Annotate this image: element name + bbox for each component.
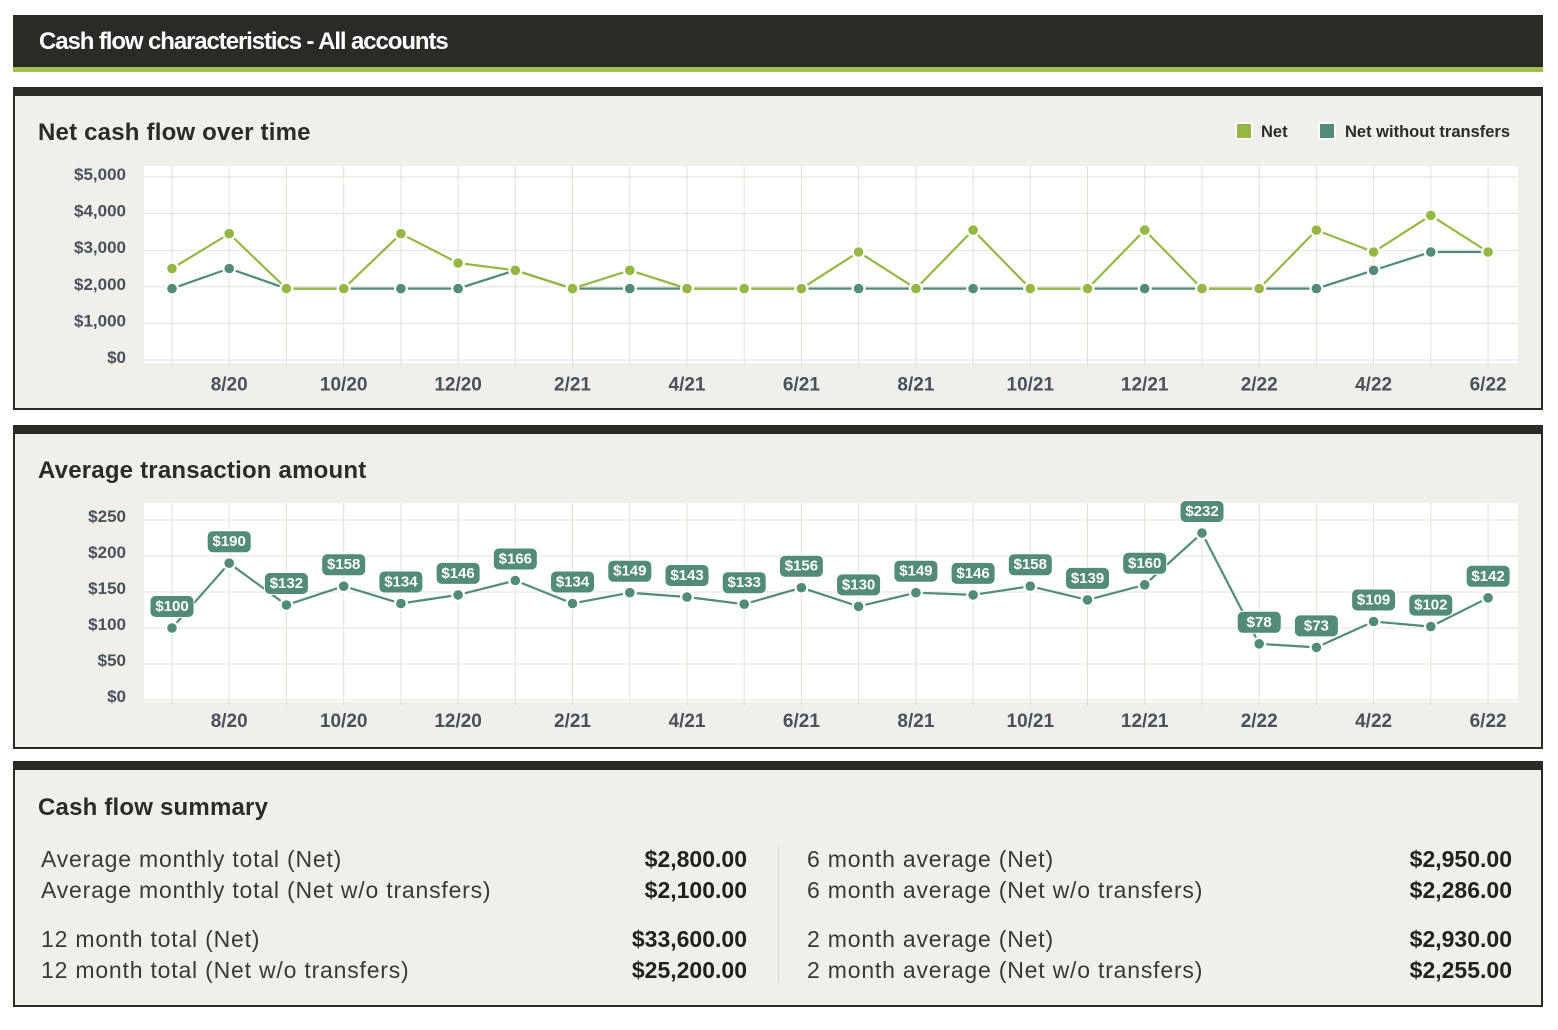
svg-text:2/21: 2/21: [554, 375, 591, 396]
svg-text:2/21: 2/21: [554, 711, 591, 732]
svg-text:6/21: 6/21: [783, 375, 820, 396]
svg-text:$150: $150: [88, 579, 126, 598]
svg-text:$190: $190: [213, 533, 246, 550]
svg-text:$100: $100: [88, 615, 126, 634]
svg-text:8/21: 8/21: [897, 375, 934, 396]
svg-text:$134: $134: [556, 574, 590, 591]
svg-text:Net without transfers: Net without transfers: [1345, 123, 1510, 141]
svg-text:6/21: 6/21: [783, 711, 820, 732]
svg-text:12/20: 12/20: [434, 375, 482, 396]
svg-text:$160: $160: [1128, 555, 1161, 572]
svg-text:4/21: 4/21: [669, 711, 706, 732]
svg-text:$142: $142: [1471, 568, 1504, 585]
svg-text:$200: $200: [88, 543, 126, 562]
svg-text:10/21: 10/21: [1007, 711, 1055, 732]
svg-text:12/21: 12/21: [1121, 375, 1169, 396]
svg-text:$146: $146: [956, 565, 989, 582]
svg-text:$143: $143: [670, 567, 703, 584]
svg-text:$158: $158: [1014, 556, 1047, 573]
svg-text:4/22: 4/22: [1355, 375, 1392, 396]
svg-text:8/20: 8/20: [211, 711, 248, 732]
svg-text:4/21: 4/21: [669, 375, 706, 396]
svg-text:10/20: 10/20: [320, 375, 368, 396]
svg-text:$3,000: $3,000: [74, 238, 126, 257]
svg-text:$78: $78: [1247, 614, 1272, 631]
svg-text:$2,000: $2,000: [74, 275, 126, 294]
svg-text:$0: $0: [107, 348, 126, 367]
svg-text:10/21: 10/21: [1007, 375, 1055, 396]
svg-text:8/21: 8/21: [897, 711, 934, 732]
svg-text:$166: $166: [499, 551, 532, 568]
svg-text:2/22: 2/22: [1241, 711, 1278, 732]
svg-text:4/22: 4/22: [1355, 711, 1392, 732]
svg-text:$0: $0: [107, 687, 126, 706]
svg-text:6/22: 6/22: [1470, 375, 1507, 396]
svg-text:$4,000: $4,000: [74, 202, 126, 221]
svg-text:$158: $158: [327, 556, 360, 573]
svg-text:$50: $50: [98, 651, 126, 670]
svg-text:8/20: 8/20: [211, 375, 248, 396]
svg-text:$149: $149: [899, 563, 932, 580]
svg-text:$133: $133: [728, 574, 761, 591]
svg-text:$134: $134: [384, 574, 418, 591]
svg-text:$73: $73: [1304, 617, 1329, 634]
svg-text:$132: $132: [270, 575, 303, 592]
svg-text:$149: $149: [613, 563, 646, 580]
svg-text:Net: Net: [1261, 123, 1288, 141]
svg-text:$1,000: $1,000: [74, 311, 126, 330]
svg-text:$130: $130: [842, 576, 875, 593]
svg-text:2/22: 2/22: [1241, 375, 1278, 396]
svg-text:$5,000: $5,000: [74, 165, 126, 184]
svg-text:$102: $102: [1414, 597, 1447, 614]
svg-text:$100: $100: [155, 598, 188, 615]
svg-text:6/22: 6/22: [1470, 711, 1507, 732]
svg-text:$139: $139: [1071, 570, 1104, 587]
svg-text:$109: $109: [1357, 592, 1390, 609]
svg-text:10/20: 10/20: [320, 711, 368, 732]
svg-text:$232: $232: [1185, 503, 1218, 520]
svg-text:12/21: 12/21: [1121, 711, 1169, 732]
svg-text:$146: $146: [441, 565, 474, 582]
svg-text:$250: $250: [88, 507, 126, 526]
svg-text:$156: $156: [785, 558, 818, 575]
svg-text:12/20: 12/20: [434, 711, 482, 732]
